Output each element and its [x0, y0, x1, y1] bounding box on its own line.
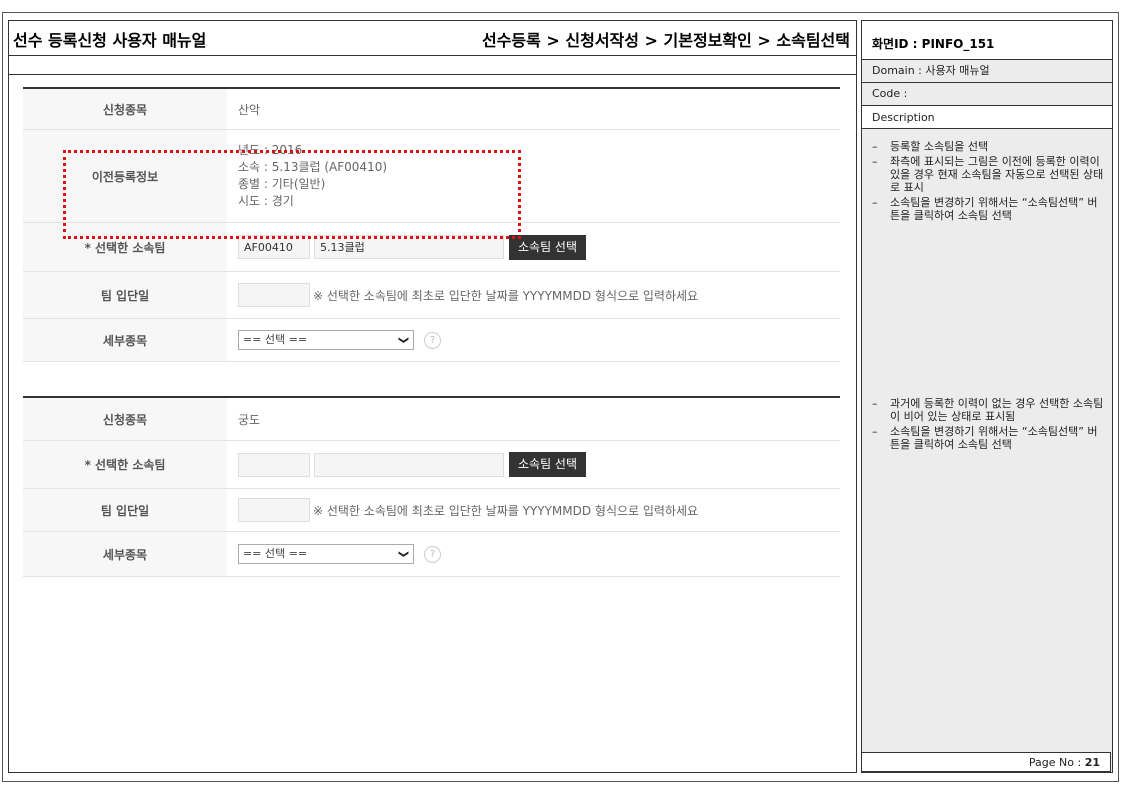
form-row-detail-sport: 세부종목 == 선택 == ❮ ? — [23, 532, 840, 577]
help-icon[interactable]: ? — [424, 331, 441, 349]
page-number-label: Page No : — [1028, 756, 1082, 769]
join-date-hint: ※ 선택한 소속팀에 최초로 입단한 날짜를 YYYYMMDD 형식으로 입력하… — [313, 288, 699, 303]
note-item: 소속팀을 변경하기 위해서는 “소속팀선택” 버튼을 클릭하여 소속팀 선택 — [870, 425, 1106, 451]
selected-team-value: 소속팀 선택 — [227, 441, 840, 488]
description-header: Description — [862, 106, 1112, 129]
code-field: Code : — [862, 83, 1112, 106]
select-team-button[interactable]: 소속팀 선택 — [509, 452, 587, 477]
sport-value: 산악 — [238, 102, 261, 117]
sport-value: 궁도 — [238, 412, 261, 427]
content-panel: 선수 등록신청 사용자 매뉴얼 선수등록 > 신청서작성 > 기본정보확인 > … — [8, 20, 857, 773]
screen-id: 화면ID : PINFO_151 — [862, 21, 1112, 60]
detail-sport-select[interactable]: == 선택 == ❮ — [238, 330, 414, 350]
page-title: 선수 등록신청 사용자 매뉴얼 — [13, 31, 207, 50]
join-date-hint: ※ 선택한 소속팀에 최초로 입단한 날짜를 YYYYMMDD 형식으로 입력하… — [313, 503, 699, 518]
detail-sport-label: 세부종목 — [23, 532, 227, 576]
note-item: 소속팀을 변경하기 위해서는 “소속팀선택” 버튼을 클릭하여 소속팀 선택 — [870, 196, 1106, 222]
description-notes-2: 과거에 등록한 이력이 없는 경우 선택한 소속팀이 비어 있는 상태로 표시됨… — [870, 397, 1106, 453]
detail-sport-selected: == 선택 == — [243, 547, 308, 560]
form-row-detail-sport: 세부종목 == 선택 == ❮ ? — [23, 319, 840, 362]
detail-sport-value: == 선택 == ❮ ? — [227, 319, 840, 361]
form-row-join-date: 팀 입단일 ※ 선택한 소속팀에 최초로 입단한 날짜를 YYYYMMDD 형식… — [23, 489, 840, 532]
highlight-box — [63, 150, 521, 239]
help-icon[interactable]: ? — [424, 545, 441, 563]
chevron-down-icon: ❮ — [397, 335, 409, 345]
description-notes-1: 등록할 소속팀을 선택 좌측에 표시되는 그림은 이전에 등록한 이력이 있을 … — [870, 140, 1106, 224]
selected-team-label: * 선택한 소속팀 — [23, 441, 227, 488]
breadcrumb: 선수등록 > 신청서작성 > 기본정보확인 > 소속팀선택 — [481, 31, 850, 50]
join-date-value: ※ 선택한 소속팀에 최초로 입단한 날짜를 YYYYMMDD 형식으로 입력하… — [227, 489, 840, 531]
chevron-down-icon: ❮ — [397, 549, 409, 559]
domain-field: Domain : 사용자 매뉴얼 — [862, 60, 1112, 83]
join-date-input[interactable] — [238, 283, 310, 307]
form-row-sport: 신청종목 산악 — [23, 89, 840, 130]
page-header: 선수 등록신청 사용자 매뉴얼 선수등록 > 신청서작성 > 기본정보확인 > … — [9, 21, 856, 56]
spec-sidebar: 화면ID : PINFO_151 Domain : 사용자 매뉴얼 Code :… — [861, 20, 1113, 773]
team-name-field[interactable] — [314, 452, 504, 477]
note-item: 과거에 등록한 이력이 없는 경우 선택한 소속팀이 비어 있는 상태로 표시됨 — [870, 397, 1106, 423]
form-row-selected-team: * 선택한 소속팀 소속팀 선택 — [23, 441, 840, 489]
join-date-input[interactable] — [238, 498, 310, 522]
note-item: 등록할 소속팀을 선택 — [870, 140, 1106, 153]
detail-sport-label: 세부종목 — [23, 319, 227, 361]
page-number: Page No : 21 — [861, 752, 1111, 772]
header-divider — [9, 74, 856, 75]
note-item: 좌측에 표시되는 그림은 이전에 등록한 이력이 있을 경우 현재 소속팀을 자… — [870, 155, 1106, 194]
page-number-value: 21 — [1084, 756, 1100, 769]
form-row-join-date: 팀 입단일 ※ 선택한 소속팀에 최초로 입단한 날짜를 YYYYMMDD 형식… — [23, 272, 840, 319]
join-date-label: 팀 입단일 — [23, 272, 227, 318]
form-row-sport: 신청종목 궁도 — [23, 398, 840, 441]
team-form-new: 신청종목 궁도 * 선택한 소속팀 소속팀 선택 팀 입단일 ※ 선택한 소속팀… — [23, 396, 840, 577]
sport-label: 신청종목 — [23, 89, 227, 129]
join-date-value: ※ 선택한 소속팀에 최초로 입단한 날짜를 YYYYMMDD 형식으로 입력하… — [227, 272, 840, 318]
join-date-label: 팀 입단일 — [23, 489, 227, 531]
detail-sport-selected: == 선택 == — [243, 333, 308, 346]
team-code-field[interactable] — [238, 452, 310, 477]
detail-sport-value: == 선택 == ❮ ? — [227, 532, 840, 576]
detail-sport-select[interactable]: == 선택 == ❮ — [238, 544, 414, 564]
sport-label: 신청종목 — [23, 398, 227, 440]
